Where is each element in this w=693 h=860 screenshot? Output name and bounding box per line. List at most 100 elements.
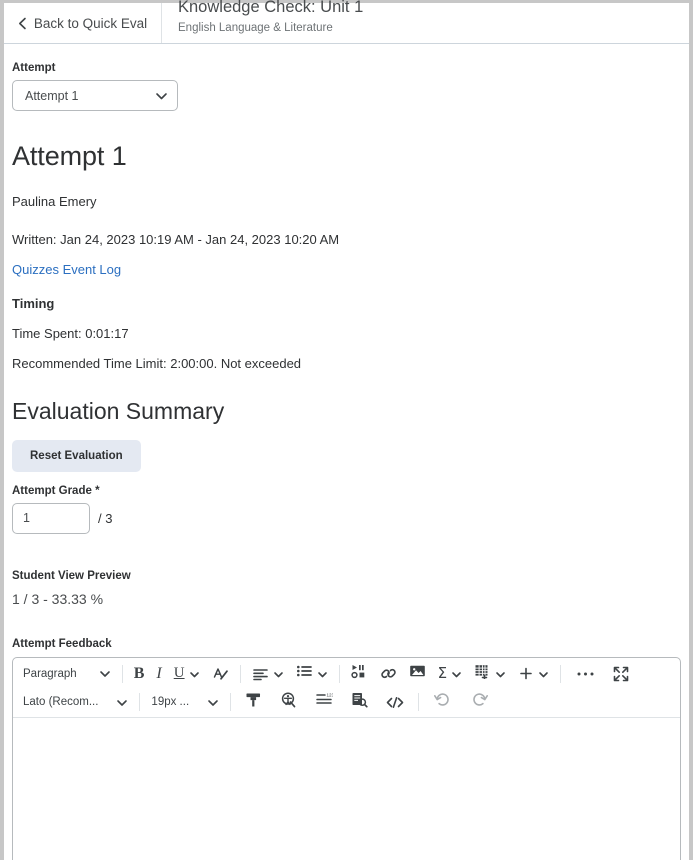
html-source-button[interactable] [377,689,413,715]
attempt-grade-label: Attempt Grade * [12,484,100,497]
quiz-evaluation-page: Back to Quick Eval Knowledge Check: Unit… [0,0,693,860]
plus-icon [518,666,534,681]
student-view-preview-label: Student View Preview [12,569,131,582]
attempt-grade-input[interactable] [12,502,90,534]
font-size-label: 19px ... [151,696,190,709]
undo-icon [434,692,451,712]
insert-media-button[interactable] [345,661,374,687]
fullscreen-icon [613,666,629,682]
toolbar-separator [230,693,232,712]
editor-toolbar-row-2: Lato (Recom... 19px ... 12 [13,688,680,718]
timing-heading: Timing [12,295,55,311]
ellipsis-icon [576,665,595,683]
window-right-chrome [689,0,693,860]
bold-icon: B [133,664,145,682]
chevron-left-icon [18,17,27,30]
toolbar-separator [338,664,340,683]
align-left-icon [252,667,269,681]
chevron-down-icon [451,669,462,679]
font-family-dropdown[interactable]: Lato (Recom... [17,689,134,715]
evaluation-summary-heading: Evaluation Summary [12,397,225,424]
page-header: Back to Quick Eval Knowledge Check: Unit… [4,0,689,44]
insert-table-dropdown[interactable] [468,661,512,687]
underline-icon: U [173,665,185,682]
attempt-feedback-editor: Paragraph B I U Σ Lato (Recom... 19px ..… [12,656,681,860]
attempt-heading: Attempt 1 [12,141,127,171]
line-numbering-icon: 123 [315,692,335,712]
image-icon [409,664,426,683]
line-numbering-button[interactable]: 123 [306,689,342,715]
accessibility-icon [280,692,297,713]
svg-text:123: 123 [327,693,334,698]
attempt-feedback-textarea[interactable] [13,717,680,860]
student-name: Paulina Emery [12,194,97,209]
header-title-group: Knowledge Check: Unit 1 English Language… [162,0,689,43]
chevron-down-icon [207,697,219,708]
bulleted-list-icon [296,664,313,683]
text-color-icon [212,666,229,682]
attempt-select-value: Attempt 1 [25,88,79,103]
time-limit: Recommended Time Limit: 2:00:00. Not exc… [12,356,302,372]
italic-icon: I [156,664,162,682]
attempt-grade-row: / 3 [12,502,681,534]
redo-icon [471,692,489,712]
bold-button[interactable]: B [128,661,151,687]
toolbar-separator [418,693,420,712]
toolbar-separator [239,664,241,683]
toolbar-separator [560,664,562,683]
accessibility-checker-button[interactable] [271,689,306,715]
quizzes-event-log-link[interactable]: Quizzes Event Log [12,262,121,277]
word-count-button[interactable] [342,689,377,715]
chevron-down-icon [189,669,200,679]
editor-toolbar-row-1: Paragraph B I U Σ [13,658,680,688]
chevron-down-icon [538,669,549,679]
page-title: Knowledge Check: Unit 1 [178,0,364,16]
underline-dropdown[interactable]: U [168,661,206,687]
chevron-down-icon [99,668,111,679]
insert-more-dropdown[interactable] [512,661,555,687]
toolbar-separator [139,693,141,712]
insert-link-button[interactable] [374,661,403,687]
more-options-button[interactable] [566,661,605,687]
chevron-down-icon [317,669,328,679]
back-to-quick-eval-button[interactable]: Back to Quick Eval [4,3,162,43]
format-painter-icon [245,692,262,713]
attempt-select[interactable]: Attempt 1 [12,80,178,111]
student-view-preview-value: 1 / 3 - 33.33 % [12,590,104,607]
font-size-dropdown[interactable]: 19px ... [145,689,225,715]
word-count-icon [351,692,368,713]
undo-button[interactable] [424,689,461,715]
fullscreen-button[interactable] [605,661,637,687]
sigma-icon: Σ [437,664,448,683]
text-color-button[interactable] [206,661,235,687]
italic-button[interactable]: I [150,661,167,687]
chevron-down-icon [273,669,284,679]
media-icon [350,664,368,684]
font-family-label: Lato (Recom... [23,696,99,709]
format-painter-button[interactable] [236,689,271,715]
paragraph-format-label: Paragraph [23,667,77,680]
insert-image-button[interactable] [403,661,432,687]
page-content: Attempt Attempt 1 Attempt 1 Paulina Emer… [4,44,689,860]
event-log-line: Quizzes Event Log [12,262,681,278]
redo-button[interactable] [461,689,498,715]
equation-dropdown[interactable]: Σ [432,661,468,687]
page-subtitle: English Language & Literature [178,22,333,35]
toolbar-separator [121,664,123,683]
table-icon [474,664,491,684]
code-icon [386,696,404,709]
attempt-grade-total: / 3 [98,510,113,526]
attempt-feedback-label: Attempt Feedback [12,637,112,650]
written-timestamps: Written: Jan 24, 2023 10:19 AM - Jan 24,… [12,231,340,247]
list-dropdown[interactable] [290,661,334,687]
chevron-down-icon [495,669,506,679]
time-spent: Time Spent: 0:01:17 [12,325,129,341]
reset-evaluation-button[interactable]: Reset Evaluation [12,439,141,472]
back-to-quick-eval-label: Back to Quick Eval [33,15,148,31]
link-icon [380,666,397,681]
chevron-down-icon [116,697,128,708]
align-dropdown[interactable] [246,661,290,687]
attempt-select-wrapper: Attempt 1 [12,80,178,111]
attempt-picker-label: Attempt [12,62,56,74]
paragraph-format-dropdown[interactable]: Paragraph [17,661,117,687]
